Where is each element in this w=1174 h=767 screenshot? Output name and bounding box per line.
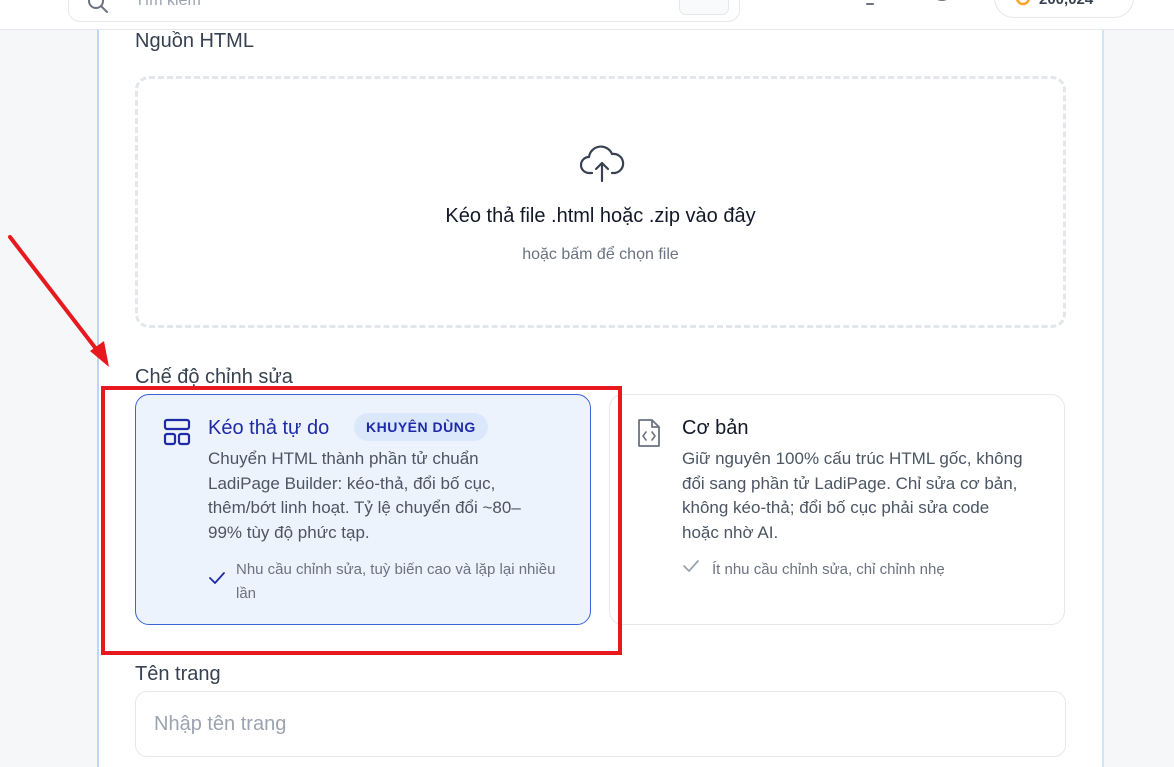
code-file-icon (636, 417, 662, 454)
mode-option-description: Giữ nguyên 100% cấu trúc HTML gốc, không… (682, 449, 1023, 542)
mode-option-note: Nhu cầu chỉnh sửa, tuỳ biến cao và lặp l… (236, 561, 556, 602)
search-placeholder: Tìm kiếm (135, 0, 201, 9)
edit-mode-label: Chế độ chỉnh sửa (135, 366, 293, 388)
mode-option-description: Chuyển HTML thành phần tử chuẩn LadiPage… (208, 449, 521, 542)
check-icon (208, 571, 226, 590)
credits-value: 200,024 (1039, 0, 1093, 8)
coin-icon (1015, 0, 1031, 11)
mode-option-title: Cơ bản (682, 417, 749, 439)
credits-pill[interactable]: 200,024 (994, 0, 1134, 18)
dropzone-title: Kéo thả file .html hoặc .zip vào đây (445, 205, 756, 227)
recommended-badge: KHUYÊN DÙNG (354, 413, 488, 441)
search-box[interactable]: Tìm kiếm (68, 0, 740, 22)
page-name-input[interactable] (135, 691, 1066, 757)
file-dropzone[interactable]: Kéo thả file .html hoặc .zip vào đây hoặ… (135, 76, 1066, 328)
mode-option-title: Kéo thả tự do (208, 417, 330, 439)
cloud-upload-icon (579, 143, 625, 188)
lightbulb-icon[interactable] (860, 0, 880, 13)
layout-icon (162, 417, 192, 452)
source-label: Nguồn HTML (135, 30, 254, 52)
mode-option-basic[interactable]: Cơ bản Giữ nguyên 100% cấu trúc HTML gốc… (609, 394, 1065, 625)
top-bar: Tìm kiếm 200,024 (0, 0, 1174, 30)
help-icon[interactable] (930, 0, 954, 13)
dropzone-subtitle: hoặc bấm để chọn file (522, 246, 679, 263)
search-icon (87, 0, 109, 19)
page-name-label: Tên trang (135, 663, 221, 685)
mode-option-free-drag[interactable]: Kéo thả tự do KHUYÊN DÙNG Chuyển HTML th… (135, 394, 591, 625)
check-icon (682, 559, 700, 578)
mode-option-note: Ít nhu cầu chỉnh sửa, chỉ chỉnh nhẹ (712, 561, 945, 578)
keyboard-shortcut-hint (679, 0, 729, 15)
